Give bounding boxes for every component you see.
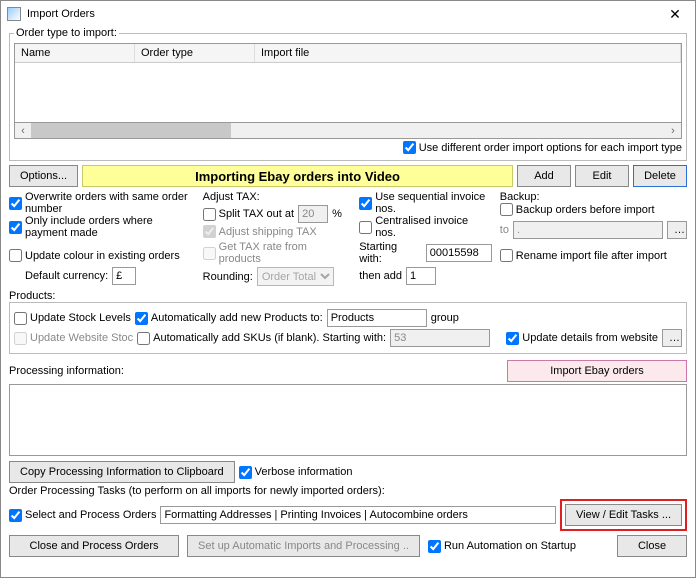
- auto-add-products-checkbox[interactable]: Automatically add new Products to:: [135, 312, 323, 325]
- then-add-label: then add: [359, 270, 402, 282]
- starting-with-input[interactable]: [426, 244, 492, 262]
- group-label: group: [431, 312, 459, 324]
- copy-processing-button[interactable]: Copy Processing Information to Clipboard: [9, 461, 235, 483]
- products-legend: Products:: [9, 290, 687, 302]
- view-edit-tasks-button[interactable]: View / Edit Tasks ...: [565, 504, 682, 526]
- edit-button[interactable]: Edit: [575, 165, 629, 187]
- starting-with-label: Starting with:: [359, 241, 422, 265]
- col-import-file[interactable]: Import file: [255, 44, 681, 62]
- backup-to-input: [513, 221, 663, 239]
- get-tax-rate-checkbox: Get TAX rate from products: [203, 241, 352, 265]
- order-type-legend: Order type to import:: [14, 27, 119, 39]
- order-type-group: Order type to import: Name Order type Im…: [9, 27, 687, 161]
- order-grid[interactable]: Name Order type Import file: [14, 43, 682, 123]
- processing-info-textarea[interactable]: [9, 384, 687, 456]
- scroll-left-icon[interactable]: ‹: [15, 125, 31, 137]
- close-process-button[interactable]: Close and Process Orders: [9, 535, 179, 557]
- only-paid-checkbox[interactable]: Only include orders where payment made: [9, 215, 195, 239]
- overwrite-checkbox[interactable]: Overwrite orders with same order number: [9, 191, 195, 215]
- grid-hscroll[interactable]: ‹ ›: [14, 123, 682, 139]
- update-stock-checkbox[interactable]: Update Stock Levels: [14, 312, 131, 325]
- update-website-stock-checkbox: Update Website Stoc: [14, 332, 133, 345]
- diff-options-checkbox[interactable]: Use different order import options for e…: [403, 141, 682, 154]
- update-details-checkbox[interactable]: Update details from website: [506, 332, 658, 345]
- update-colour-checkbox[interactable]: Update colour in existing orders: [9, 249, 180, 262]
- grid-header: Name Order type Import file: [15, 44, 681, 63]
- verbose-checkbox[interactable]: Verbose information: [239, 466, 353, 479]
- tasks-input[interactable]: [160, 506, 556, 524]
- tax-legend: Adjust TAX:: [203, 191, 352, 203]
- sku-start-input: [390, 329, 490, 347]
- centralised-checkbox[interactable]: Centralised invoice nos.: [359, 215, 492, 239]
- split-tax-input: [298, 205, 328, 223]
- add-button[interactable]: Add: [517, 165, 571, 187]
- app-icon: [7, 7, 21, 21]
- then-add-input[interactable]: [406, 267, 436, 285]
- titlebar: Import Orders ✕: [1, 1, 695, 27]
- scroll-thumb[interactable]: [31, 123, 231, 138]
- rounding-select: Order Total: [257, 267, 334, 286]
- use-seq-checkbox[interactable]: Use sequential invoice nos.: [359, 191, 492, 215]
- backup-browse-button[interactable]: …: [667, 221, 687, 239]
- default-currency-label: Default currency:: [25, 270, 108, 282]
- update-details-browse-button[interactable]: …: [662, 329, 682, 347]
- status-banner: Importing Ebay orders into Video: [82, 165, 513, 187]
- backup-before-checkbox[interactable]: Backup orders before import: [500, 203, 655, 216]
- view-edit-highlight: View / Edit Tasks ...: [560, 499, 687, 531]
- close-icon[interactable]: ✕: [661, 6, 689, 23]
- rounding-label: Rounding:: [203, 271, 253, 283]
- split-tax-checkbox[interactable]: Split TAX out at: [203, 208, 294, 221]
- tasks-legend: Order Processing Tasks (to perform on al…: [9, 485, 687, 497]
- backup-legend: Backup:: [500, 191, 687, 203]
- product-group-input[interactable]: [327, 309, 427, 327]
- select-process-checkbox[interactable]: Select and Process Orders: [9, 509, 156, 522]
- col-name[interactable]: Name: [15, 44, 135, 62]
- adjust-shipping-checkbox: Adjust shipping TAX: [203, 225, 317, 238]
- col-order-type[interactable]: Order type: [135, 44, 255, 62]
- close-button[interactable]: Close: [617, 535, 687, 557]
- rename-file-checkbox[interactable]: Rename import file after import: [500, 249, 667, 262]
- scroll-right-icon[interactable]: ›: [665, 125, 681, 137]
- options-button[interactable]: Options...: [9, 165, 78, 187]
- processing-info-label: Processing information:: [9, 365, 124, 377]
- setup-auto-button: Set up Automatic Imports and Processing …: [187, 535, 420, 557]
- import-ebay-button[interactable]: Import Ebay orders: [507, 360, 687, 382]
- default-currency-input[interactable]: [112, 267, 136, 285]
- auto-add-sku-checkbox[interactable]: Automatically add SKUs (if blank). Start…: [137, 332, 386, 345]
- run-auto-checkbox[interactable]: Run Automation on Startup: [428, 540, 576, 553]
- delete-button[interactable]: Delete: [633, 165, 687, 187]
- backup-to-label: to: [500, 224, 509, 236]
- window-title: Import Orders: [27, 8, 661, 20]
